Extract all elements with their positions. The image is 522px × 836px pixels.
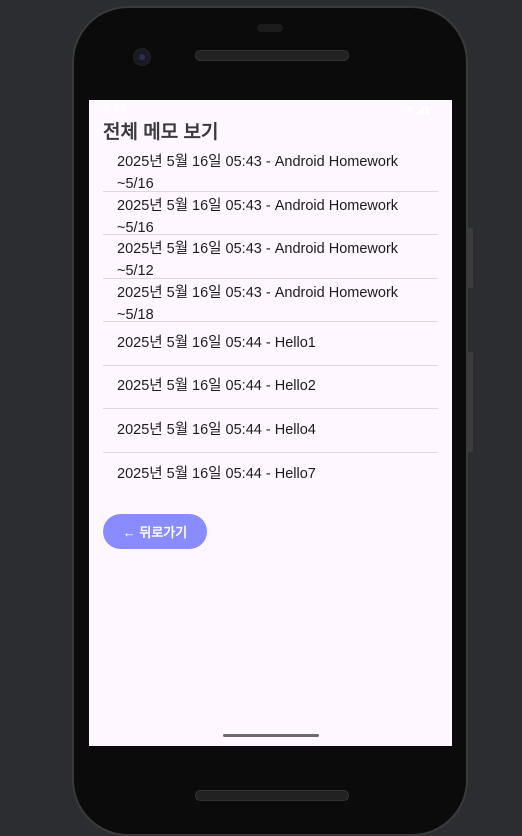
- memo-text: 2025년 5월 16일 05:43 - Android Homework: [117, 241, 399, 257]
- memo-text: 2025년 5월 16일 05:44 - Hello1: [117, 334, 316, 351]
- back-button[interactable]: ← 뒤로가기: [103, 514, 207, 549]
- list-item[interactable]: 2025년 5월 16일 05:43 - Android Homework ~5/…: [103, 235, 438, 279]
- list-item[interactable]: 2025년 5월 16일 05:44 - Hello7: [103, 453, 438, 497]
- memo-text: 2025년 5월 16일 05:44 - Hello7: [117, 465, 316, 482]
- memo-list: 2025년 5월 16일 05:43 - Android Homework ~5/…: [103, 148, 438, 496]
- top-speaker: [195, 50, 349, 61]
- memo-text: 2025년 5월 16일 05:43 - Android Homework: [117, 197, 399, 214]
- page-title: 전체 메모 보기: [103, 122, 219, 143]
- memo-text: 2025년 5월 16일 05:43 - Android Homework: [117, 154, 399, 170]
- list-item[interactable]: 2025년 5월 16일 05:44 - Hello4: [103, 409, 438, 453]
- list-item[interactable]: 2025년 5월 16일 05:43 - Android Homework ~5/…: [103, 148, 438, 192]
- memo-text: 2025년 5월 16일 05:44 - Hello2: [117, 378, 316, 395]
- list-item[interactable]: 2025년 5월 16일 05:44 - Hello1: [103, 322, 438, 366]
- memo-text: 2025년 5월 16일 05:43 - Android Homework: [117, 284, 399, 301]
- status-time: 5:44: [103, 102, 127, 116]
- home-indicator[interactable]: [223, 734, 319, 737]
- list-item[interactable]: 2025년 5월 16일 05:44 - Hello2: [103, 366, 438, 409]
- app-screen: 5:44 ▼◢▮ 전체 메모 보기 2025년 5월 16일 05:43 - A…: [89, 100, 452, 746]
- bottom-speaker: [195, 790, 349, 801]
- list-item[interactable]: 2025년 5월 16일 05:43 - Android Homework ~5/…: [103, 279, 438, 323]
- list-item[interactable]: 2025년 5월 16일 05:43 - Android Homework ~5/…: [103, 192, 438, 236]
- volume-button: [467, 352, 473, 452]
- signal-battery-icon: ▼◢▮: [404, 104, 430, 116]
- sensor: [257, 24, 283, 32]
- camera-icon: [133, 48, 151, 66]
- memo-text: 2025년 5월 16일 05:44 - Hello4: [117, 421, 316, 438]
- power-button: [467, 228, 473, 288]
